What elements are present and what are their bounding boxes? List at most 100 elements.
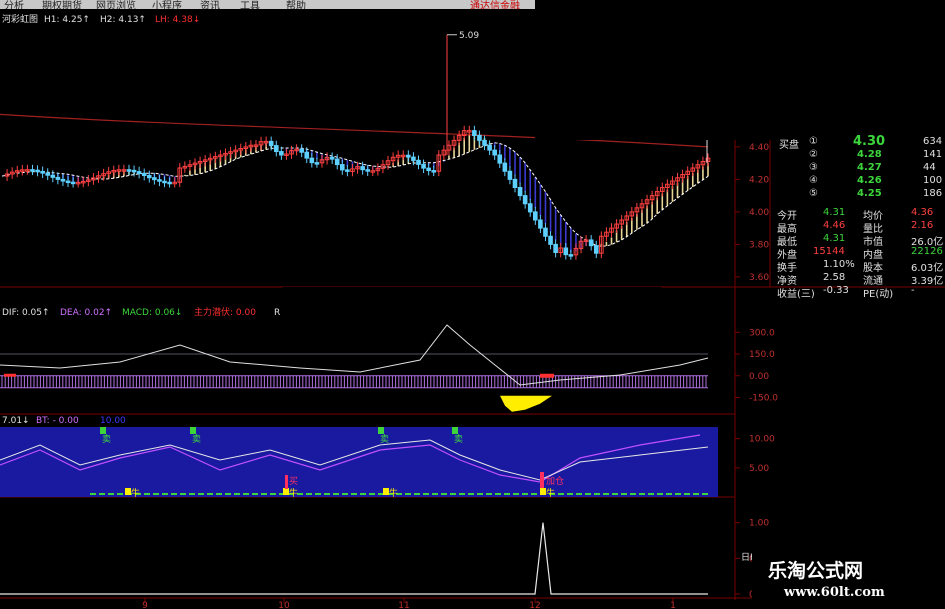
annotation-high: 5.09: [459, 31, 479, 41]
stat-label: 股本: [863, 263, 883, 274]
candle-body: [35, 169, 40, 173]
candle-body: [45, 172, 51, 176]
stat-label: 收益(三): [777, 289, 815, 300]
candle-body: [487, 144, 492, 151]
macd-header-item: DIF: 0.05↑: [2, 308, 50, 318]
stat-label: 量比: [863, 224, 883, 235]
candle-body: [314, 162, 320, 165]
sell-signal-label: 卖: [454, 434, 463, 445]
stat-value: 15144: [813, 246, 845, 257]
candle-body: [548, 235, 553, 245]
price-tick-label: 3.60: [749, 273, 769, 283]
x-tick-label: 10: [278, 601, 290, 609]
candle-body: [411, 156, 416, 161]
macd-tick-label: 300.0: [749, 328, 775, 338]
price-tick-label: 4.20: [749, 175, 769, 185]
candle-body: [527, 203, 533, 213]
macd-marker: [4, 373, 16, 377]
stat-value: 4.31: [823, 233, 846, 244]
buy-signal-label: 牛: [289, 487, 298, 499]
menu-item-help[interactable]: 帮助: [286, 0, 306, 9]
stat-value: 26.0亿: [911, 237, 944, 248]
candle-body: [522, 195, 528, 205]
candle-body: [426, 167, 431, 172]
sell-signal-marker: [452, 427, 458, 434]
candle-body: [533, 211, 538, 221]
add-alert-bar: [540, 472, 544, 488]
menu-item-tools[interactable]: 工具: [240, 0, 260, 9]
candle-body: [268, 140, 274, 147]
candle-body: [421, 163, 426, 169]
stat-value: 2.58: [823, 272, 846, 283]
stat-value: 6.03亿: [911, 263, 944, 274]
candle-body: [152, 177, 157, 181]
candle-body: [507, 170, 513, 180]
candle-body: [131, 169, 137, 173]
sell-signal-label: 卖: [192, 434, 201, 445]
candle-body: [406, 154, 411, 158]
order-book-label: 买盘: [779, 140, 799, 151]
buy-signal-label: 牛: [131, 487, 140, 499]
candle-body: [512, 178, 518, 188]
signal-line: [0, 522, 708, 595]
price-header-h2: H2: 4.13↑: [100, 15, 146, 25]
candle-body: [309, 157, 315, 164]
macd-negative-block: [500, 395, 552, 412]
h2-line: [1, 142, 709, 247]
menu-bar: 分析 期权期货 网页浏览 小程序 资讯 工具 帮助 通达信金融: [0, 0, 535, 9]
bt-tick-label: 5.00: [749, 464, 769, 474]
order-price: 4.28: [857, 149, 882, 160]
candle-body: [563, 247, 569, 256]
x-tick-label: 12: [529, 601, 540, 609]
candle-body: [345, 169, 350, 172]
candle-body: [40, 170, 45, 174]
price-header-title: 河彩虹图: [2, 13, 38, 25]
candle-body: [340, 164, 345, 171]
candle-body: [477, 135, 482, 141]
bt-header-value: 7.01↓: [2, 416, 30, 426]
macd-tick-label: 0.00: [749, 372, 769, 382]
bt-header-ref: 10.00: [100, 416, 126, 426]
sell-signal-marker: [190, 427, 196, 434]
macd-header-item: 主力潜伏: 0.00: [194, 306, 256, 318]
candle-body: [593, 245, 599, 254]
menu-link-tdx[interactable]: 通达信金融: [470, 0, 520, 9]
order-price: 4.26: [857, 175, 882, 186]
menu-item-futures[interactable]: 期权期货: [42, 0, 82, 9]
menu-item-analysis[interactable]: 分析: [4, 0, 24, 9]
stat-value: 1.10%: [823, 259, 855, 270]
order-price: 4.27: [857, 162, 882, 173]
watermark: 乐淘公式网 www.60lt.com: [752, 549, 945, 609]
order-volume: 44: [923, 162, 936, 173]
buy-signal-label: 牛: [546, 487, 555, 499]
watermark-url: www.60lt.com: [784, 585, 885, 600]
sell-signal-label: 卖: [102, 434, 111, 445]
candle-body: [472, 130, 477, 136]
menu-item-news[interactable]: 资讯: [200, 0, 220, 9]
stat-value: -: [911, 285, 915, 296]
macd-histogram: [1, 375, 707, 388]
x-tick-label: 11: [398, 601, 409, 609]
redaction-block: [283, 287, 661, 321]
candle-body: [492, 149, 497, 156]
stat-value: 4.36: [911, 207, 934, 218]
candle-body: [553, 243, 558, 253]
stat-value: 4.46: [823, 220, 846, 231]
price-header-h1: H1: 4.25↑: [44, 15, 90, 25]
order-index: ①: [809, 136, 818, 147]
price-tick-label: 4.40: [749, 143, 769, 153]
price-header-lh: LH: 4.38↓: [155, 15, 200, 25]
buy-signal-label: 牛: [389, 487, 398, 499]
macd-header-item: DEA: 0.02↑: [60, 308, 112, 318]
order-volume: 100: [923, 175, 943, 186]
rainbow-ribbon: [21, 133, 709, 253]
candle-body: [482, 139, 487, 146]
menu-item-web[interactable]: 网页浏览: [96, 0, 136, 9]
menu-item-miniapp[interactable]: 小程序: [152, 0, 182, 9]
macd-header-item: R: [274, 308, 280, 318]
stat-label: 市值: [863, 237, 883, 248]
stat-value: -0.33: [823, 285, 849, 296]
order-index: ②: [809, 149, 818, 160]
candle-body: [588, 239, 594, 247]
candle-body: [517, 187, 523, 197]
